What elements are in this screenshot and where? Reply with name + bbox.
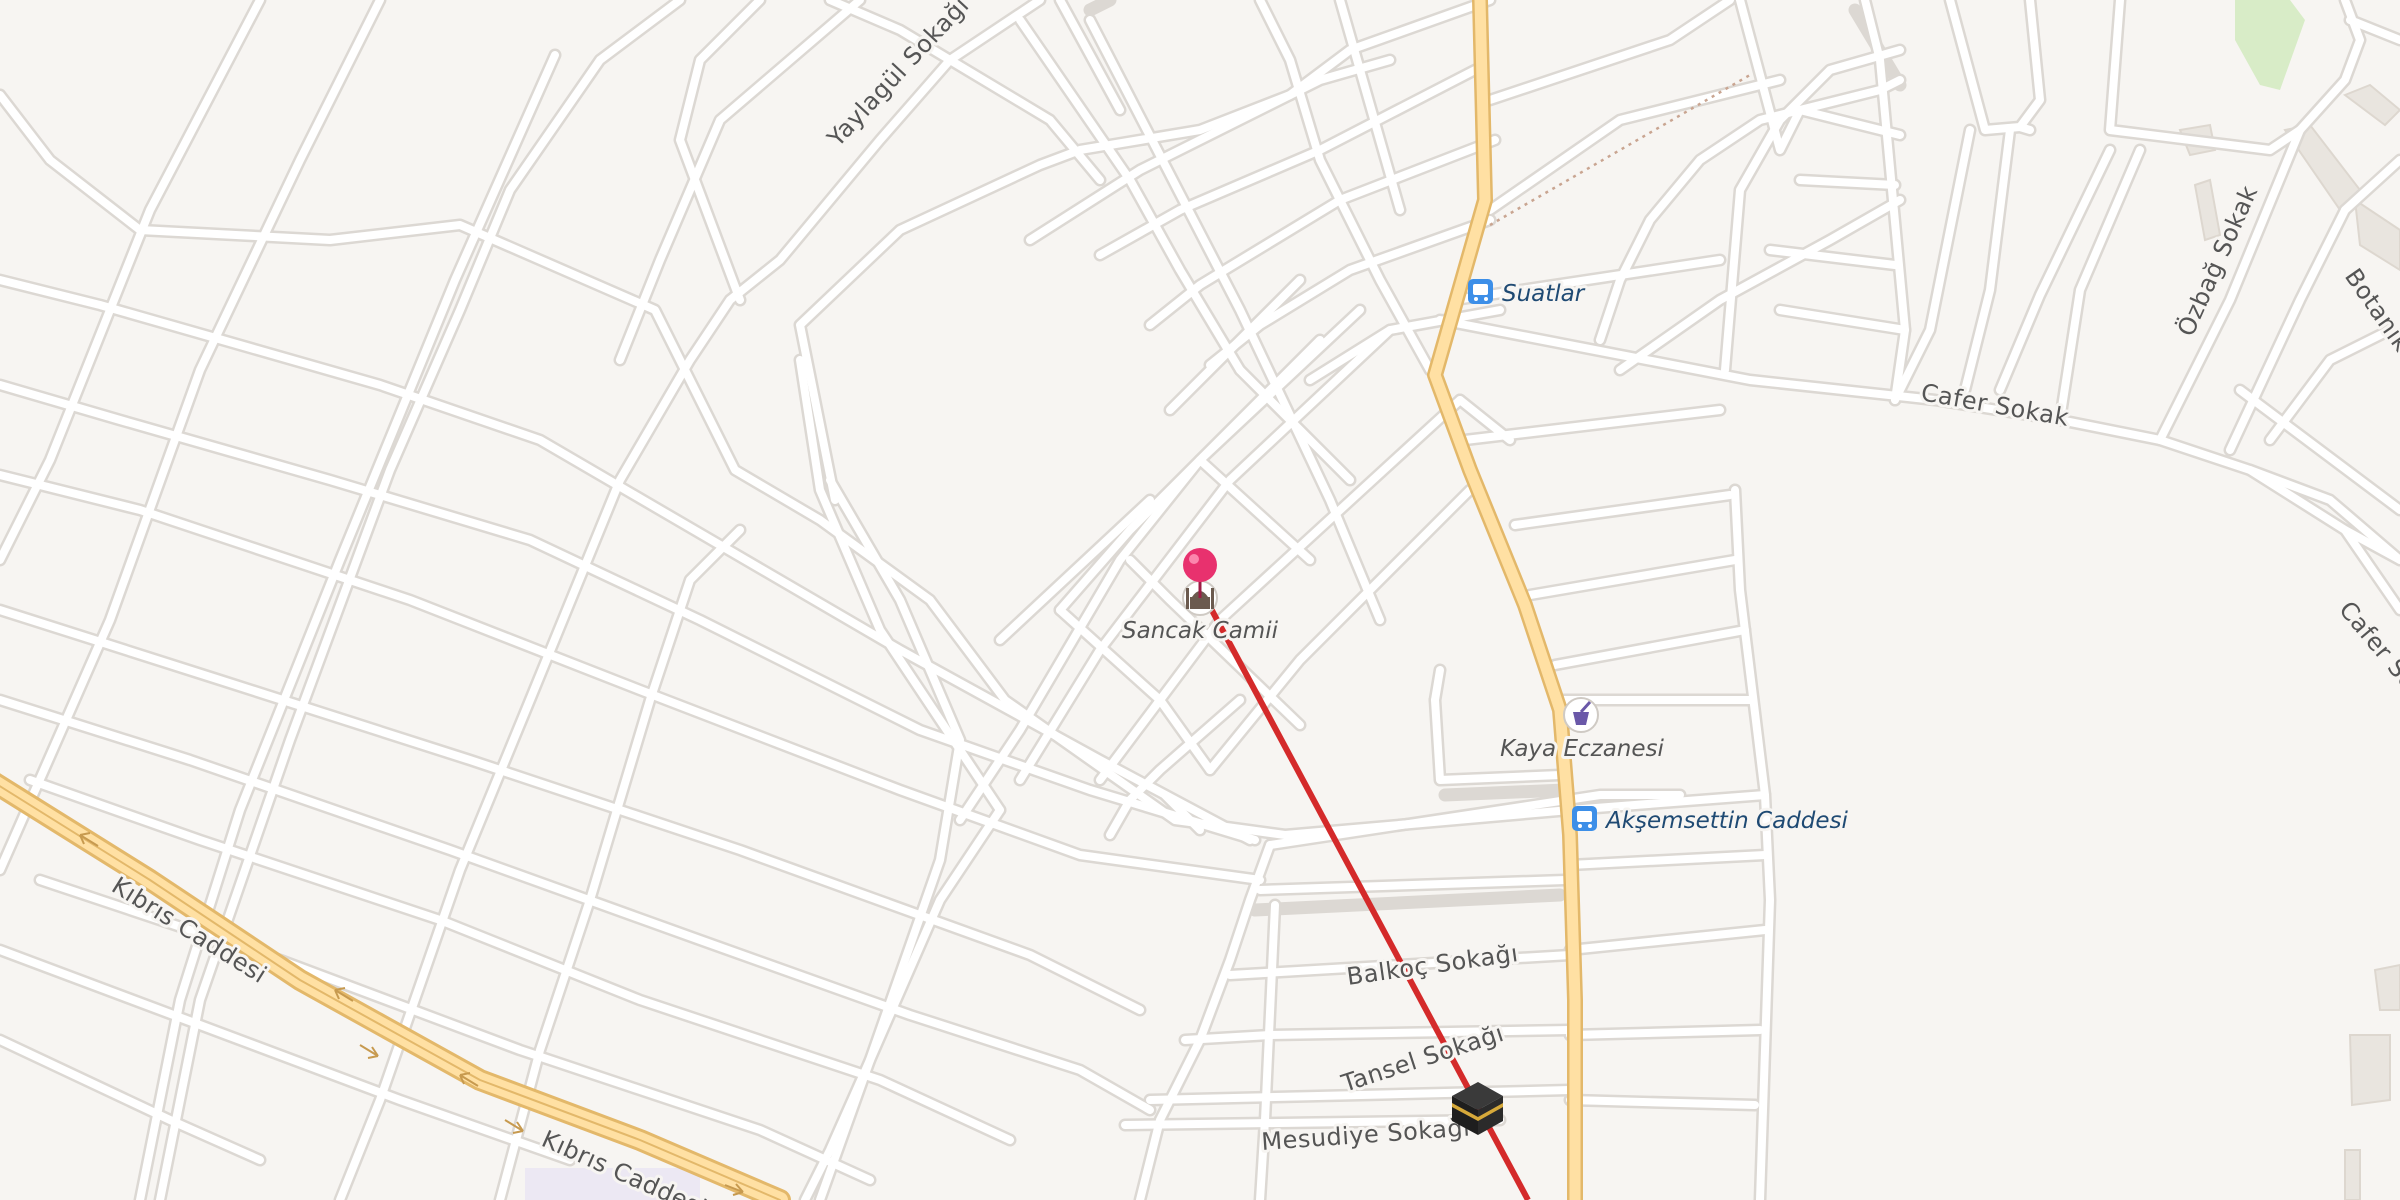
aksemsettin-caddesi-road (1427, 0, 1583, 1200)
street-label-balkoc: Balkoç Sokağı (1345, 939, 1520, 991)
park-area (525, 0, 2305, 1200)
bus-stop-label-suatlar: Suatlar (1502, 281, 1586, 307)
major-roads (0, 0, 1583, 1200)
bus-stop-icon (1572, 806, 1597, 831)
poi-label-kaya-eczanesi: Kaya Eczanesi (1500, 736, 1664, 762)
bus-stop-aksemsettin[interactable]: Akşemsettin Caddesi (1572, 805, 1852, 837)
poi-kaya-eczanesi[interactable]: Kaya Eczanesi (1497, 697, 1668, 765)
poi-label-sancak-camii: Sancak Camii (1122, 618, 1279, 644)
map-canvas[interactable]: Yaylagül Sokağı Kıbrıs Caddesi Kıbrıs Ca… (0, 0, 2400, 1200)
bus-stop-suatlar[interactable]: Suatlar (1468, 278, 1589, 310)
map-view[interactable]: Yaylagül Sokağı Kıbrıs Caddesi Kıbrıs Ca… (0, 0, 2400, 1200)
bus-stop-label-aksemsettin: Akşemsettin Caddesi (1604, 808, 1849, 834)
pharmacy-icon (1563, 697, 1599, 733)
street-label-cafer-sok: Cafer Sok (2333, 596, 2400, 706)
bus-stop-icon (1468, 279, 1493, 304)
